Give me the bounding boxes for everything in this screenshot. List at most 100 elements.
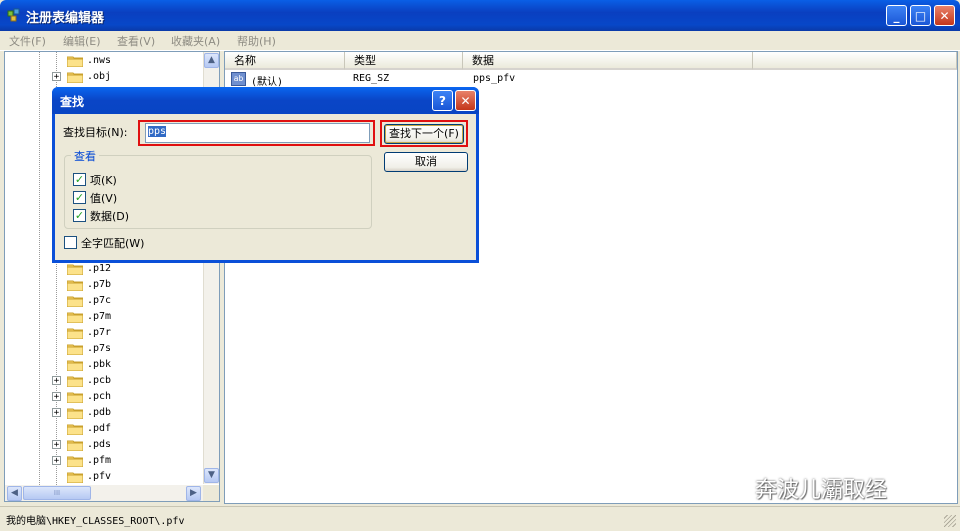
help-icon[interactable]: ?: [432, 90, 453, 111]
find-dialog: 查找 ? ✕ 查找目标(N): pps 查找下一个(F) 取消 查看 ✓ 项(K…: [52, 87, 479, 263]
tree-item[interactable]: .p7b: [5, 277, 201, 293]
expand-icon[interactable]: +: [52, 392, 61, 402]
status-path: 我的电脑\HKEY_CLASSES_ROOT\.pfv: [6, 516, 185, 527]
string-value-icon: ab: [231, 72, 246, 86]
tree-item[interactable]: + .pfm: [5, 453, 201, 469]
resize-grip-icon[interactable]: [944, 515, 956, 527]
close-button[interactable]: ✕: [934, 5, 955, 26]
column-name[interactable]: 名称: [225, 52, 345, 70]
scroll-thumb[interactable]: III: [23, 486, 91, 500]
dialog-close-button[interactable]: ✕: [455, 90, 476, 111]
tree-item-label: .p7s: [87, 343, 112, 354]
tree-item-label: .pcb: [87, 375, 112, 386]
menu-view[interactable]: 查看(V): [117, 33, 155, 49]
menu-help[interactable]: 帮助(H): [237, 33, 276, 49]
tree-item[interactable]: .p7s: [5, 341, 201, 357]
find-next-button[interactable]: 查找下一个(F): [384, 124, 464, 144]
find-input[interactable]: pps: [145, 123, 370, 143]
tree-item[interactable]: .p7r: [5, 325, 201, 341]
find-label: 查找目标(N):: [63, 126, 128, 139]
tree-item-label: .p7m: [87, 311, 112, 322]
folder-icon: [67, 296, 83, 307]
folder-icon: [67, 376, 83, 387]
folder-icon: [67, 72, 83, 83]
dialog-body: 查找目标(N): pps 查找下一个(F) 取消 查看 ✓ 项(K) ✓ 值(V…: [55, 114, 476, 260]
dialog-title-bar: 查找 ? ✕: [52, 87, 479, 114]
value-data: pps_pfv: [473, 73, 516, 84]
regedit-icon: [7, 8, 20, 22]
folder-icon: [67, 424, 83, 435]
window-title: 注册表编辑器: [26, 11, 105, 26]
menu-edit[interactable]: 编辑(E): [63, 33, 101, 49]
value-type: REG_SZ: [353, 73, 390, 84]
list-item[interactable]: ab (默认) REG_SZ pps_pfv: [231, 72, 951, 88]
tree-item-label: .pbk: [87, 359, 112, 370]
tree-item-label: .pfv: [87, 471, 112, 482]
tree-item[interactable]: + .pcb: [5, 373, 201, 389]
tree-horizontal-scrollbar[interactable]: ◀ III ▶: [5, 485, 203, 501]
tree-item-label: .pdb: [87, 407, 112, 418]
checkbox-values-label: 值(V): [90, 192, 118, 205]
folder-icon: [67, 360, 83, 371]
dialog-title: 查找: [60, 95, 85, 109]
scroll-left-icon[interactable]: ◀: [7, 486, 22, 501]
menu-favorites[interactable]: 收藏夹(A): [171, 33, 220, 49]
folder-icon: [67, 472, 83, 483]
checkbox-whole-string-label: 全字匹配(W): [81, 237, 145, 250]
tree-item[interactable]: .pfv: [5, 469, 201, 485]
scroll-down-icon[interactable]: ▼: [204, 468, 219, 483]
scroll-right-icon[interactable]: ▶: [186, 486, 201, 501]
tree-item-label: .pdf: [87, 423, 112, 434]
folder-icon: [67, 56, 83, 67]
checkbox-data-label: 数据(D): [90, 210, 130, 223]
tree-item-label: .p7c: [87, 295, 112, 306]
tree-item-label: .p7r: [87, 327, 112, 338]
column-data[interactable]: 数据: [463, 52, 753, 70]
title-bar: 注册表编辑器 _ □ ✕: [0, 0, 960, 31]
tree-item[interactable]: + .pds: [5, 437, 201, 453]
cancel-button[interactable]: 取消: [384, 152, 468, 172]
folder-icon: [67, 392, 83, 403]
tree-item[interactable]: .nws: [5, 53, 201, 69]
checkbox-data[interactable]: ✓: [73, 209, 86, 222]
tree-item[interactable]: + .obj: [5, 69, 201, 85]
scroll-up-icon[interactable]: ▲: [204, 53, 219, 68]
expand-icon[interactable]: +: [52, 440, 61, 450]
folder-icon: [67, 280, 83, 291]
expand-icon[interactable]: +: [52, 456, 61, 466]
folder-icon: [67, 408, 83, 419]
minimize-button[interactable]: _: [886, 5, 907, 26]
tree-item-label: .p12: [87, 263, 112, 274]
tree-item[interactable]: .pdf: [5, 421, 201, 437]
folder-icon: [67, 312, 83, 323]
folder-icon: [67, 328, 83, 339]
look-at-group-title: 查看: [71, 148, 99, 164]
tree-item[interactable]: .pbk: [5, 357, 201, 373]
menu-file[interactable]: 文件(F): [9, 33, 46, 49]
folder-icon: [67, 344, 83, 355]
folder-icon: [67, 264, 83, 275]
value-name: (默认): [251, 77, 284, 88]
expand-icon[interactable]: +: [52, 376, 61, 386]
folder-icon: [67, 456, 83, 467]
checkbox-whole-string[interactable]: [64, 236, 77, 249]
tree-item-label: .obj: [87, 71, 112, 82]
tree-item[interactable]: + .pdb: [5, 405, 201, 421]
status-bar: 我的电脑\HKEY_CLASSES_ROOT\.pfv: [0, 506, 960, 531]
menu-bar: 文件(F) 编辑(E) 查看(V) 收藏夹(A) 帮助(H): [0, 31, 960, 51]
tree-item-label: .pds: [87, 439, 112, 450]
checkbox-values[interactable]: ✓: [73, 191, 86, 204]
tree-item-label: .pch: [87, 391, 112, 402]
tree-item-label: .pfm: [87, 455, 112, 466]
tree-item[interactable]: .p7c: [5, 293, 201, 309]
tree-item[interactable]: + .pch: [5, 389, 201, 405]
checkbox-keys[interactable]: ✓: [73, 173, 86, 186]
tree-item-label: .nws: [87, 55, 112, 66]
expand-icon[interactable]: +: [52, 72, 61, 82]
expand-icon[interactable]: +: [52, 408, 61, 418]
find-input-value: pps: [148, 126, 167, 137]
column-type[interactable]: 类型: [345, 52, 463, 70]
tree-item[interactable]: .p7m: [5, 309, 201, 325]
maximize-button[interactable]: □: [910, 5, 931, 26]
tree-item[interactable]: .p12: [5, 261, 201, 277]
